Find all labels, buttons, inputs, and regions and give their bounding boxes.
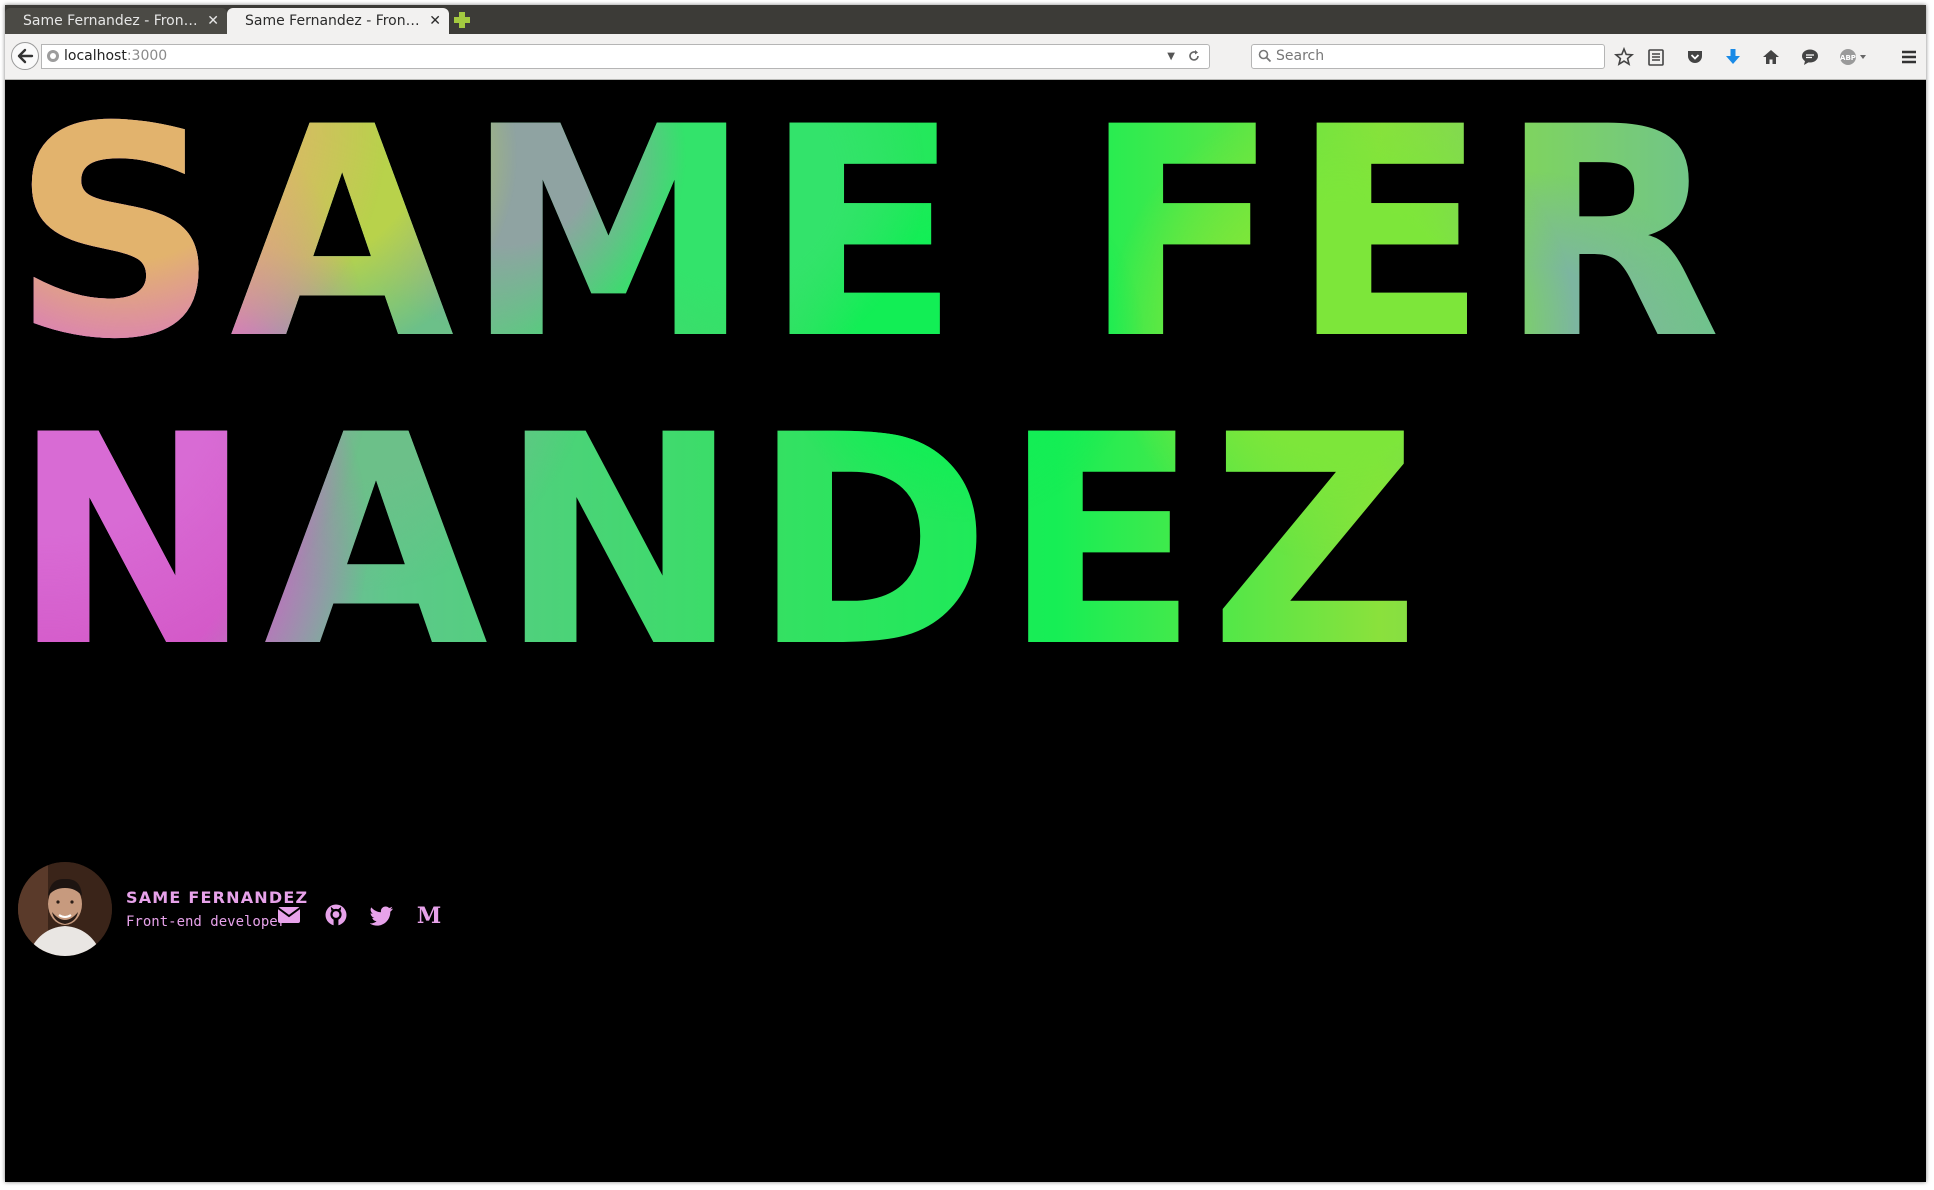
back-button[interactable] (11, 42, 39, 70)
chat-icon[interactable] (1799, 46, 1821, 68)
url-host: localhost (64, 48, 127, 64)
url-port: :3000 (126, 48, 168, 64)
page-content: SAME FERNANDEZ SAME FERNANDEZ Front-end … (5, 81, 1926, 1182)
mail-icon[interactable] (276, 902, 302, 928)
star-icon[interactable] (1613, 46, 1635, 68)
site-identity-icon[interactable] (46, 49, 60, 63)
adblock-icon[interactable]: ABP (1838, 46, 1870, 68)
back-arrow-icon (17, 48, 34, 64)
reload-icon[interactable] (1187, 49, 1201, 63)
hero-title: SAME FERNANDEZ (11, 81, 1911, 697)
tab-1-close-icon[interactable]: ✕ (207, 8, 219, 34)
search-placeholder: Search (1276, 48, 1325, 64)
github-icon[interactable] (323, 902, 349, 928)
home-icon[interactable] (1760, 46, 1782, 68)
menu-icon[interactable] (1898, 46, 1920, 68)
search-bar[interactable]: Search (1251, 44, 1605, 69)
search-icon (1258, 49, 1272, 63)
url-bar[interactable]: localhost:3000 ▼ (41, 44, 1210, 69)
pocket-icon[interactable] (1684, 46, 1706, 68)
profile-role: Front-end developer (126, 914, 287, 930)
url-history-dropdown-icon[interactable]: ▼ (1167, 45, 1175, 68)
navigation-toolbar: localhost:3000 ▼ Search ABP (5, 34, 1926, 80)
svg-text:ABP: ABP (1840, 54, 1856, 62)
tab-1-label: Same Fernandez - Front... (23, 13, 201, 29)
tab-2[interactable]: Same Fernandez - Front... ✕ (227, 8, 449, 34)
url-text: localhost:3000 (64, 45, 167, 68)
tab-1[interactable]: Same Fernandez - Front... ✕ (5, 8, 227, 34)
tab-strip: Same Fernandez - Front... ✕ Same Fernand… (5, 5, 1926, 34)
reading-list-icon[interactable] (1645, 46, 1667, 68)
download-icon[interactable] (1722, 46, 1744, 68)
tab-2-close-icon[interactable]: ✕ (429, 8, 441, 34)
twitter-icon[interactable] (370, 902, 396, 928)
svg-text:M: M (417, 903, 441, 928)
avatar-image (18, 862, 112, 956)
browser-window: Same Fernandez - Front... ✕ Same Fernand… (5, 5, 1926, 1182)
medium-icon[interactable]: M (416, 902, 442, 928)
profile-card: SAME FERNANDEZ Front-end developer M (18, 862, 618, 958)
tab-2-label: Same Fernandez - Front... (245, 13, 423, 29)
new-tab-icon[interactable] (451, 9, 473, 31)
avatar (18, 862, 112, 956)
